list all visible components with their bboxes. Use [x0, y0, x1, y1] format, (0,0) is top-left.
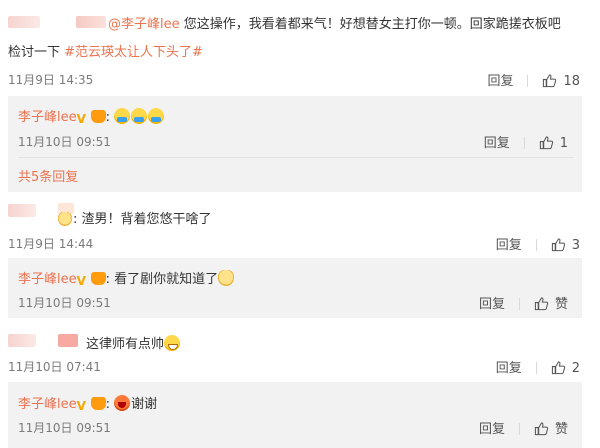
like-button[interactable]: 1 — [539, 136, 568, 151]
reply-button[interactable]: 回复 — [496, 361, 522, 376]
comment-body: 这律师有点帅 — [86, 337, 165, 352]
divider — [527, 75, 529, 87]
comment-body: 您这操作，我看着都来气！好想替女主打你一顿。回家跪搓衣板吧 — [183, 17, 561, 32]
comment-text: @李子峰lee 您这操作，我看着都来气！好想替女主打你一顿。回家跪搓衣板吧 — [108, 13, 561, 32]
blurred-username — [8, 334, 36, 347]
reply-actions: 回复 赞 — [479, 293, 568, 312]
like-button[interactable]: 赞 — [534, 422, 568, 437]
comment-actions: 回复 18 — [487, 70, 580, 89]
hashtag-link[interactable]: #范云瑛太让人下头了# — [64, 45, 203, 60]
crown-badge-icon — [90, 110, 106, 123]
reply-username[interactable]: 李子峰lee — [18, 397, 77, 412]
comment-actions: 回复 2 — [496, 357, 580, 376]
blurred-username — [58, 334, 78, 347]
thumbs-up-icon — [534, 422, 549, 436]
thumbs-up-icon — [551, 238, 565, 252]
reply-time: 11月10日 09:51 — [18, 296, 111, 310]
thumbs-up-icon — [539, 136, 553, 150]
crown-badge-icon — [90, 272, 106, 285]
like-button[interactable]: 18 — [542, 74, 580, 89]
comment-time: 11月10日 07:41 — [8, 360, 101, 374]
vip-badge-icon: V — [76, 399, 86, 413]
blurred-username — [8, 16, 40, 28]
thumbs-up-icon — [543, 74, 557, 88]
reply-actions: 回复 赞 — [479, 418, 568, 437]
like-button[interactable]: 2 — [551, 361, 580, 376]
reply-username[interactable]: 李子峰lee — [18, 110, 77, 125]
reply-body: 谢谢 — [131, 397, 158, 412]
reply-button[interactable]: 回复 — [484, 136, 510, 151]
cat-emoji-icon — [58, 212, 72, 226]
divider — [535, 239, 537, 251]
crying-emoji-icon — [131, 108, 148, 124]
thumbs-up-icon — [551, 361, 565, 375]
reply-time: 11月10日 09:51 — [18, 421, 111, 435]
blurred-username — [76, 16, 106, 28]
like-count: 18 — [563, 74, 580, 89]
like-label: 赞 — [554, 297, 568, 312]
reply-button[interactable]: 回复 — [479, 422, 505, 437]
comment-text: : 渣男！背着您悠干啥了 — [58, 208, 212, 227]
comment-text-line2: 检讨一下 #范云瑛太让人下头了# — [8, 45, 203, 60]
reply-button[interactable]: 回复 — [479, 297, 505, 312]
like-button[interactable]: 3 — [551, 238, 580, 253]
comment-text: 这律师有点帅 — [86, 333, 181, 352]
reply-line: 李子峰leeV: — [18, 106, 165, 126]
reply-line: 李子峰leeV: 谢谢 — [18, 395, 158, 413]
like-label: 赞 — [554, 422, 568, 437]
reply-actions: 回复 1 — [484, 132, 568, 151]
reply-button[interactable]: 回复 — [496, 238, 522, 253]
divider — [518, 298, 520, 310]
thumbs-up-icon — [534, 297, 549, 311]
divider — [523, 137, 525, 149]
like-count: 3 — [571, 238, 580, 253]
comment-time: 11月9日 14:44 — [8, 237, 94, 251]
comment-actions: 回复 3 — [496, 234, 580, 253]
divider — [535, 362, 537, 374]
laugh-emoji-icon — [114, 395, 131, 411]
reply-button[interactable]: 回复 — [487, 74, 513, 89]
like-count: 2 — [571, 361, 580, 376]
vip-badge-icon: V — [76, 274, 86, 288]
blurred-username — [8, 204, 36, 217]
like-button[interactable]: 赞 — [534, 297, 568, 312]
more-replies-link[interactable]: 共5条回复 — [18, 166, 78, 185]
cat-emoji-icon — [218, 270, 235, 286]
reply-line: 李子峰leeV: 看了剧你就知道了 — [18, 268, 235, 288]
crying-emoji-icon — [114, 108, 131, 124]
reply-divider — [18, 157, 574, 158]
reply-time: 11月10日 09:51 — [18, 135, 111, 149]
vip-badge-icon: V — [76, 112, 86, 126]
crying-emoji-icon — [148, 108, 165, 124]
comment-body: 渣男！背着您悠干啥了 — [81, 212, 212, 227]
divider — [518, 423, 520, 435]
crown-badge-icon — [90, 397, 106, 410]
mention-link[interactable]: @李子峰lee — [108, 17, 180, 32]
comment-time: 11月9日 14:35 — [8, 73, 94, 87]
like-count: 1 — [559, 136, 568, 151]
reply-box — [8, 382, 582, 448]
reply-body: 看了剧你就知道了 — [114, 272, 219, 287]
reply-username[interactable]: 李子峰lee — [18, 272, 77, 287]
grin-emoji-icon — [164, 335, 181, 351]
